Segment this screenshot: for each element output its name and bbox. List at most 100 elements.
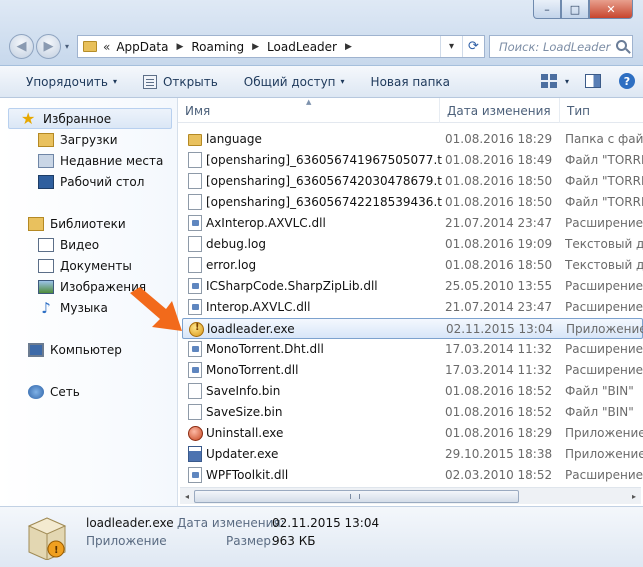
file-name: ICSharpCode.SharpZipLib.dll bbox=[206, 279, 378, 293]
preview-pane-icon[interactable] bbox=[585, 74, 601, 88]
file-row[interactable]: [opensharing]_636056741967505077.torrent… bbox=[182, 150, 643, 171]
doc-file-icon bbox=[188, 257, 202, 273]
scrollbar-thumb[interactable] bbox=[194, 490, 519, 503]
open-button[interactable]: Открыть bbox=[142, 74, 218, 89]
breadcrumb-overflow[interactable]: « bbox=[103, 40, 110, 54]
dll-file-icon bbox=[188, 278, 202, 294]
breadcrumb-separator-icon[interactable]: ▶ bbox=[252, 42, 259, 52]
file-type: Файл "TORRENT" bbox=[565, 195, 643, 209]
open-label: Открыть bbox=[162, 74, 218, 89]
search-icon[interactable] bbox=[616, 40, 627, 51]
organize-label: Упорядочить bbox=[26, 74, 108, 89]
file-row[interactable]: SaveSize.bin 01.08.2016 18:52 Файл "BIN" bbox=[182, 402, 643, 423]
scroll-left-icon[interactable]: ◂ bbox=[180, 490, 194, 503]
sidebar-item-documents[interactable]: Документы bbox=[38, 255, 132, 276]
file-date: 01.08.2016 18:50 bbox=[445, 174, 553, 188]
address-dropdown-icon[interactable]: ▾ bbox=[440, 36, 462, 57]
file-row[interactable]: [opensharing]_636056742030478679.torrent… bbox=[182, 171, 643, 192]
file-name: debug.log bbox=[206, 237, 266, 251]
libraries-icon bbox=[28, 216, 44, 231]
file-row[interactable]: WPFToolkit.dll 02.03.2010 18:52 Расширение… bbox=[182, 465, 643, 486]
file-row[interactable]: Updater.exe 29.10.2015 18:38 Приложение bbox=[182, 444, 643, 465]
file-type: Приложение bbox=[565, 426, 643, 440]
file-row[interactable]: error.log 01.08.2016 18:50 Текстовый докум… bbox=[182, 255, 643, 276]
sidebar-item-label: Музыка bbox=[60, 300, 108, 315]
file-row[interactable]: AxInterop.AXVLC.dll 21.07.2014 23:47 Расши… bbox=[182, 213, 643, 234]
file-type: Приложение bbox=[566, 322, 643, 336]
file-name: language bbox=[206, 132, 262, 146]
file-row[interactable]: MonoTorrent.Dht.dll 17.03.2014 11:32 Расши… bbox=[182, 339, 643, 360]
address-bar[interactable]: « AppData ▶ Roaming ▶ LoadLeader ▶ ▾ ⟳ bbox=[77, 35, 485, 58]
file-row[interactable]: debug.log 01.08.2016 19:09 Текстовый докум… bbox=[182, 234, 643, 255]
view-dropdown-icon[interactable]: ▾ bbox=[565, 77, 569, 86]
breadcrumb-roaming[interactable]: Roaming bbox=[191, 40, 244, 54]
sidebar-item-label: Компьютер bbox=[50, 342, 122, 357]
sidebar-item-downloads[interactable]: Загрузки bbox=[38, 129, 118, 150]
view-mode-icon[interactable] bbox=[540, 74, 557, 88]
file-date: 17.03.2014 11:32 bbox=[445, 363, 553, 377]
computer-icon bbox=[28, 342, 44, 357]
refresh-icon[interactable]: ⟳ bbox=[462, 36, 484, 57]
sidebar-item-desktop[interactable]: Рабочий стол bbox=[38, 171, 144, 192]
share-button[interactable]: Общий доступ ▾ bbox=[244, 75, 345, 89]
close-button[interactable]: ✕ bbox=[589, 0, 633, 19]
file-row[interactable]: ICSharpCode.SharpZipLib.dll 25.05.2010 13… bbox=[182, 276, 643, 297]
svg-text:!: ! bbox=[54, 545, 59, 556]
breadcrumb-separator-icon[interactable]: ▶ bbox=[176, 42, 183, 52]
minimize-button[interactable]: – bbox=[533, 0, 561, 19]
doc-file-icon bbox=[188, 173, 202, 189]
scroll-right-icon[interactable]: ▸ bbox=[627, 490, 641, 503]
column-header-type[interactable]: Тип bbox=[560, 98, 643, 123]
search-placeholder: Поиск: LoadLeader bbox=[499, 39, 611, 54]
file-date: 29.10.2015 18:38 bbox=[445, 447, 553, 461]
file-type: Текстовый документ bbox=[565, 258, 643, 272]
breadcrumb-appdata[interactable]: AppData bbox=[116, 40, 168, 54]
file-type: Приложение bbox=[565, 447, 643, 461]
column-header-date[interactable]: Дата изменения bbox=[440, 98, 560, 123]
file-row[interactable]: Interop.AXVLC.dll 21.07.2014 23:47 Расшире… bbox=[182, 297, 643, 318]
sidebar-item-label: Избранное bbox=[43, 111, 112, 126]
file-name: MonoTorrent.dll bbox=[206, 363, 299, 377]
sidebar-item-computer[interactable]: Компьютер bbox=[28, 339, 122, 360]
forward-arrow-icon[interactable]: ▶ bbox=[36, 34, 61, 59]
file-name: SaveInfo.bin bbox=[206, 384, 281, 398]
maximize-button[interactable]: □ bbox=[561, 0, 589, 19]
file-row[interactable]: Uninstall.exe 01.08.2016 18:29 Приложение bbox=[182, 423, 643, 444]
window-controls: – □ ✕ bbox=[533, 0, 633, 20]
file-row[interactable]: language 01.08.2016 18:29 Папка с файлами bbox=[182, 129, 643, 150]
search-input[interactable]: Поиск: LoadLeader bbox=[489, 35, 633, 58]
file-date: 01.08.2016 18:49 bbox=[445, 153, 553, 167]
horizontal-scrollbar[interactable]: ◂ ▸ bbox=[180, 487, 641, 504]
column-header-name[interactable]: Имя bbox=[178, 98, 440, 123]
orange-arrow-icon bbox=[130, 287, 182, 331]
desktop-icon bbox=[38, 174, 54, 189]
details-size-value: 963 КБ bbox=[272, 534, 316, 548]
file-type: Расширение приложения bbox=[565, 279, 643, 293]
breadcrumb-separator-icon[interactable]: ▶ bbox=[345, 42, 352, 52]
organize-button[interactable]: Упорядочить ▾ bbox=[26, 75, 117, 89]
sidebar-item-video[interactable]: Видео bbox=[38, 234, 99, 255]
sidebar-item-music[interactable]: ♪ Музыка bbox=[38, 297, 108, 318]
file-name: AxInterop.AXVLC.dll bbox=[206, 216, 326, 230]
bin-file-icon bbox=[188, 404, 202, 420]
file-list: ▲ Имя Дата изменения Тип language 01.08.2… bbox=[178, 98, 643, 506]
sidebar-item-recent-places[interactable]: Недавние места bbox=[38, 150, 163, 171]
sidebar-item-favorites[interactable]: ★ Избранное bbox=[8, 108, 172, 129]
sidebar-item-network[interactable]: Сеть bbox=[28, 381, 80, 402]
details-modified-label: Дата изменения: bbox=[177, 516, 285, 530]
package-exe-icon: ! bbox=[27, 517, 67, 560]
sidebar-item-libraries[interactable]: Библиотеки bbox=[28, 213, 126, 234]
file-row[interactable]: loadleader.exe 02.11.2015 13:04 Приложение bbox=[182, 318, 643, 339]
file-row[interactable]: [opensharing]_636056742218539436.torrent… bbox=[182, 192, 643, 213]
help-icon[interactable]: ? bbox=[619, 73, 635, 89]
breadcrumb-loadleader[interactable]: LoadLeader bbox=[267, 40, 337, 54]
chevron-down-icon: ▾ bbox=[340, 77, 345, 86]
sidebar-item-label: Документы bbox=[60, 258, 132, 273]
history-dropdown-icon[interactable]: ▾ bbox=[65, 42, 69, 51]
file-row[interactable]: SaveInfo.bin 01.08.2016 18:52 Файл "BIN" bbox=[182, 381, 643, 402]
back-arrow-icon[interactable]: ◀ bbox=[9, 34, 34, 59]
file-date: 01.08.2016 18:29 bbox=[445, 132, 553, 146]
new-folder-button[interactable]: Новая папка bbox=[371, 75, 450, 89]
downloads-icon bbox=[38, 132, 54, 147]
file-row[interactable]: MonoTorrent.dll 17.03.2014 11:32 Расширени… bbox=[182, 360, 643, 381]
